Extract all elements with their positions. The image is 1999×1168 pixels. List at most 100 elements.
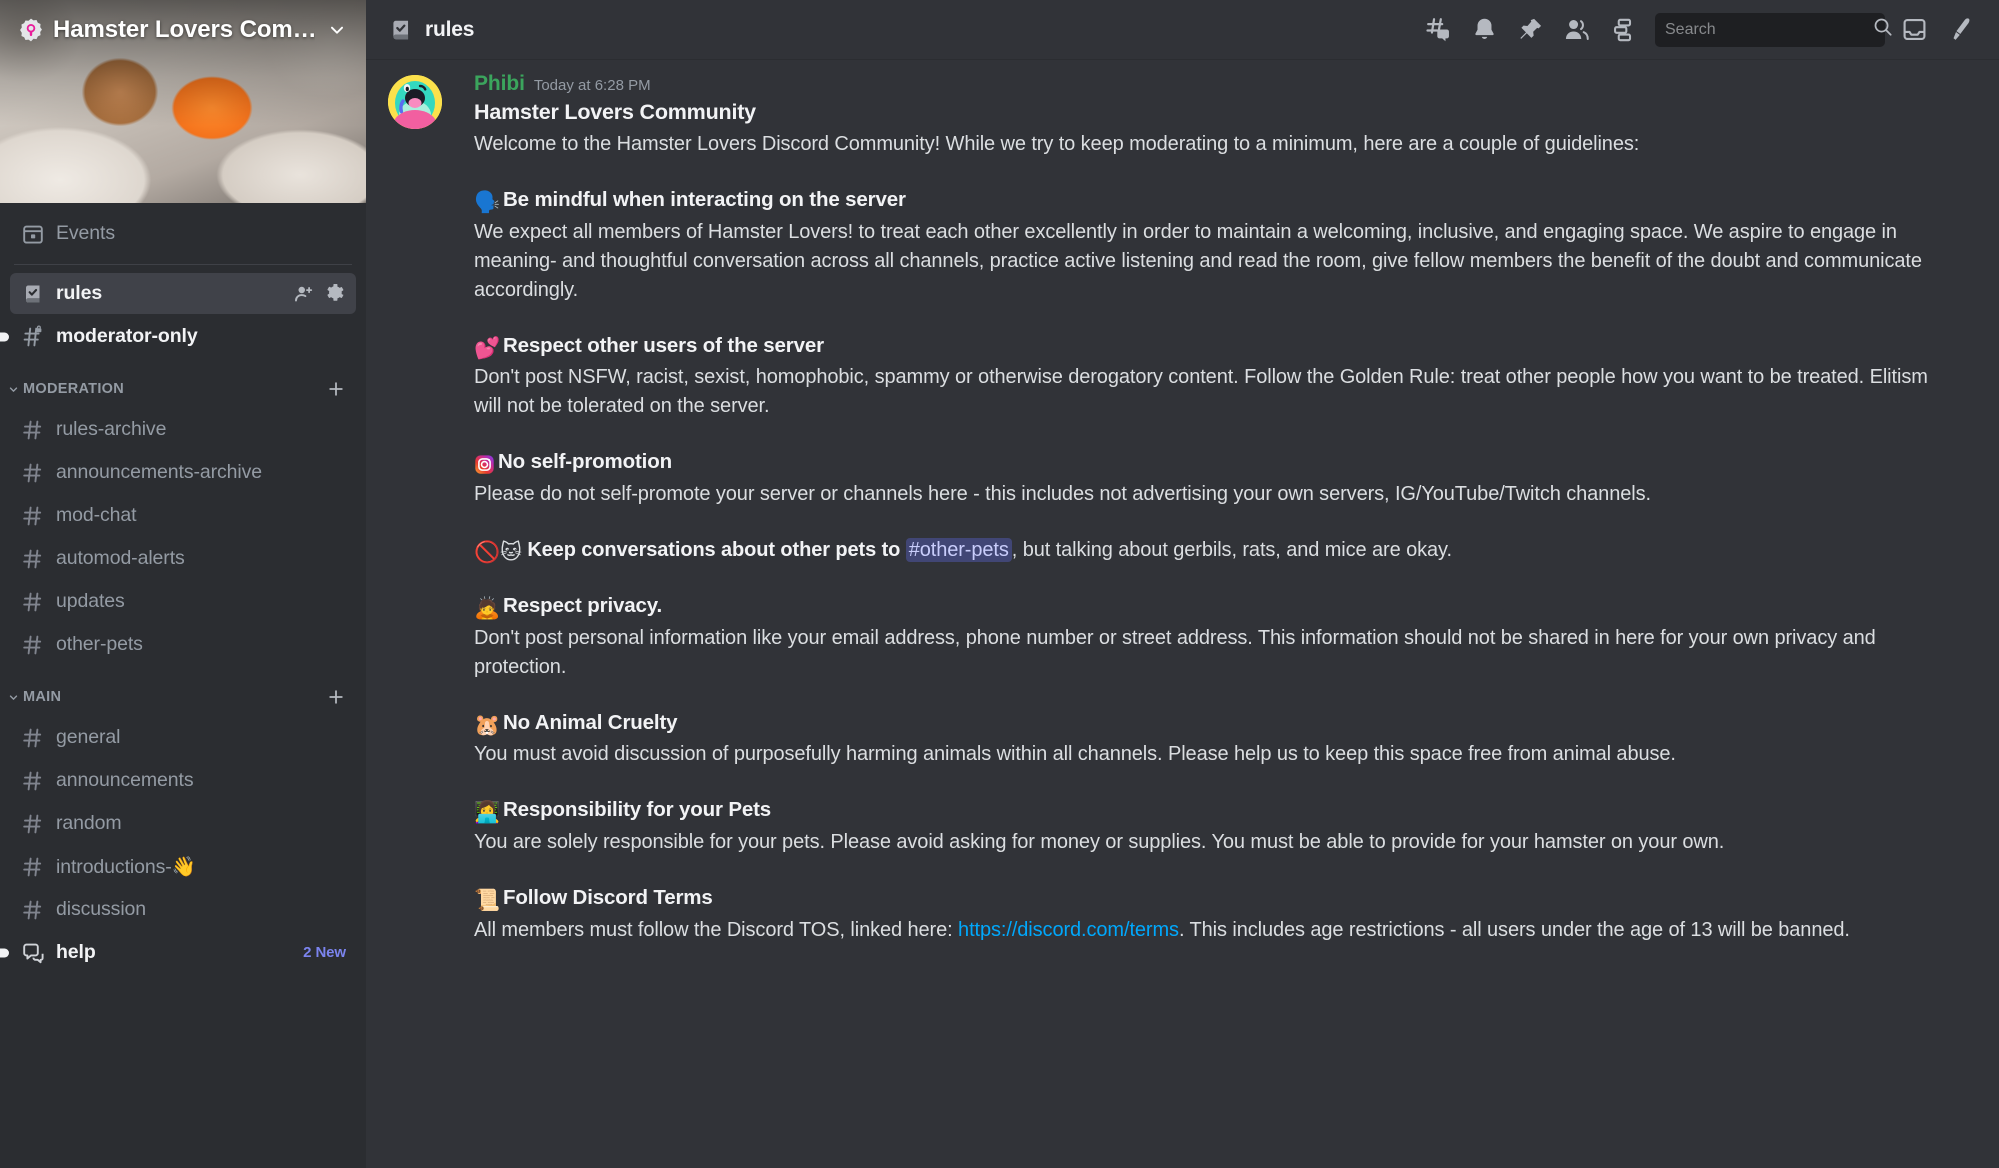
sidebar-item-mod-chat-label: mod-chat: [56, 504, 137, 526]
chevron-down-icon: [6, 690, 20, 704]
bowing-person-emoji: 🙇: [474, 597, 500, 621]
threads-icon[interactable]: [1415, 7, 1461, 53]
sidebar-item-announcements-archive[interactable]: announcements-archive: [10, 452, 356, 493]
discord-app: Hamster Lovers Com… Events rules moderat…: [0, 0, 1999, 1168]
rule-body: Don't post NSFW, racist, sexist, homopho…: [474, 366, 1928, 418]
hash-lock-icon: [20, 324, 46, 350]
rule-title: 🗣️ Be mindful when interacting on the ser…: [474, 186, 1951, 214]
hash-icon: [20, 811, 46, 837]
rule-title-text: Respect other users of the server: [503, 333, 824, 357]
sidebar-item-updates[interactable]: updates: [10, 581, 356, 622]
sidebar-item-general[interactable]: general: [10, 717, 356, 758]
hash-icon: [20, 503, 46, 529]
search-input[interactable]: [1665, 20, 1872, 39]
message-timestamp: Today at 6:28 PM: [533, 77, 651, 94]
sidebar-item-mod-chat[interactable]: mod-chat: [10, 495, 356, 536]
search-box[interactable]: [1655, 12, 1892, 47]
message-scroll-area[interactable]: Phibi Today at 6:28 PM Hamster Lovers Co…: [366, 60, 1999, 1168]
plus-icon[interactable]: [326, 379, 346, 399]
server-banner: Hamster Lovers Com…: [0, 0, 366, 203]
server-header-button[interactable]: Hamster Lovers Com…: [0, 0, 366, 60]
sidebar-item-automod-alerts[interactable]: automod-alerts: [10, 538, 356, 579]
sidebar-item-discussion-label: discussion: [56, 898, 147, 920]
hash-icon: [20, 854, 46, 880]
sidebar-item-events[interactable]: Events: [10, 213, 356, 254]
sidebar-item-rules-archive[interactable]: rules-archive: [10, 409, 356, 450]
sidebar-item-help[interactable]: help 2 New: [0, 932, 356, 973]
sidebar-item-random[interactable]: random: [10, 803, 356, 844]
inbox-icon[interactable]: [1891, 7, 1937, 53]
message-header: Phibi Today at 6:28 PM: [474, 72, 1951, 96]
pin-icon[interactable]: [1507, 7, 1553, 53]
sidebar-item-moderator-only[interactable]: moderator-only: [0, 316, 356, 357]
rule-title: 🙇 Respect privacy.: [474, 592, 1951, 620]
rule-body: Don't post personal information like you…: [474, 626, 1876, 678]
category-moderation-label: MODERATION: [23, 381, 125, 397]
rule-title-after: , but talking about gerbils, rats, and m…: [1011, 539, 1452, 562]
rule-block-responsibility: 👩‍💻 Responsibility for your Pets You are …: [474, 796, 1951, 857]
rule-title: 📜 Follow Discord Terms: [474, 884, 1951, 912]
terms-text-before: All members must follow the Discord TOS,…: [474, 918, 959, 941]
rules-book-icon: [20, 281, 46, 307]
prohibited-cat-emoji: 🚫🐱: [474, 541, 522, 565]
chevron-down-icon: [6, 382, 20, 396]
rule-body: You are solely responsible for your pets…: [474, 831, 1725, 854]
rule-block-no-animal-cruelty: 🐹 No Animal Cruelty You must avoid discus…: [474, 709, 1951, 770]
channel-sidebar: Hamster Lovers Com… Events rules moderat…: [0, 0, 366, 1168]
channel-topbar: rules: [366, 0, 1999, 60]
sidebar-item-announcements-archive-label: announcements-archive: [56, 461, 263, 483]
rule-body: Please do not self-promote your server o…: [474, 483, 1651, 506]
add-member-icon[interactable]: [293, 283, 314, 304]
message-author[interactable]: Phibi: [474, 72, 525, 96]
sidebar-item-announcements[interactable]: announcements: [10, 760, 356, 801]
sidebar-item-discussion[interactable]: discussion: [10, 889, 356, 930]
sidebar-item-random-label: random: [56, 812, 122, 834]
hash-icon: [20, 632, 46, 658]
chevron-down-icon[interactable]: [324, 17, 350, 43]
verified-server-badge-icon: [18, 17, 44, 43]
calendar-icon: [20, 221, 46, 247]
rule-block-respect-privacy: 🙇 Respect privacy. Don't post personal in…: [474, 592, 1951, 682]
sidebar-item-help-label: help: [56, 941, 96, 963]
rule-title: 🐹 No Animal Cruelty: [474, 709, 1951, 737]
sidebar-item-updates-label: updates: [56, 590, 125, 612]
rule-body: All members must follow the Discord TOS,…: [474, 916, 1951, 945]
message-body: Phibi Today at 6:28 PM Hamster Lovers Co…: [474, 72, 1951, 945]
main-content: rules Search Phibi Today at 6:28 PM Hams…: [366, 0, 1999, 1168]
category-moderation[interactable]: MODERATION: [2, 371, 356, 407]
hash-icon: [20, 546, 46, 572]
discord-terms-link[interactable]: https://discord.com/terms: [958, 919, 1179, 941]
gear-icon[interactable]: [325, 283, 346, 304]
rule-title-text: No self-promotion: [498, 450, 672, 474]
avatar[interactable]: [388, 75, 442, 129]
members-icon[interactable]: [1553, 7, 1599, 53]
sidebar-item-introductions[interactable]: introductions-👋: [10, 846, 356, 887]
bell-icon[interactable]: [1461, 7, 1507, 53]
rules-book-icon: [388, 17, 414, 43]
category-main-label: MAIN: [23, 689, 62, 705]
hash-icon: [20, 768, 46, 794]
hash-icon: [20, 897, 46, 923]
channel-mention-other-pets[interactable]: #other-pets: [905, 538, 1012, 563]
plus-icon[interactable]: [326, 687, 346, 707]
category-main[interactable]: MAIN: [2, 679, 356, 715]
sidebar-item-rules[interactable]: rules: [10, 273, 356, 314]
topbar-tools: [1415, 7, 1983, 53]
sidebar-item-introductions-label: introductions-👋: [56, 855, 196, 878]
channel-list: Events rules moderator-only MODERATION r…: [0, 203, 366, 1168]
sidebar-item-automod-alerts-label: automod-alerts: [56, 547, 185, 569]
sidebar-item-other-pets[interactable]: other-pets: [10, 624, 356, 665]
message-heading: Hamster Lovers Community: [474, 100, 756, 124]
page-title: rules: [425, 17, 475, 41]
sidebar-item-other-pets-label: other-pets: [56, 633, 143, 655]
rule-title-text: Keep conversations about other pets to: [527, 539, 906, 562]
two-hearts-emoji: 💕: [474, 336, 500, 360]
help-icon[interactable]: [1937, 7, 1983, 53]
hash-icon: [20, 589, 46, 615]
rule-body: We expect all members of Hamster Lovers!…: [474, 220, 1922, 301]
rule-title-text: Follow Discord Terms: [503, 886, 713, 910]
person-at-computer-emoji: 👩‍💻: [474, 801, 500, 825]
apps-icon[interactable]: [1599, 7, 1645, 53]
sidebar-divider: [14, 264, 352, 265]
rule-body: You must avoid discussion of purposefull…: [474, 743, 1676, 766]
